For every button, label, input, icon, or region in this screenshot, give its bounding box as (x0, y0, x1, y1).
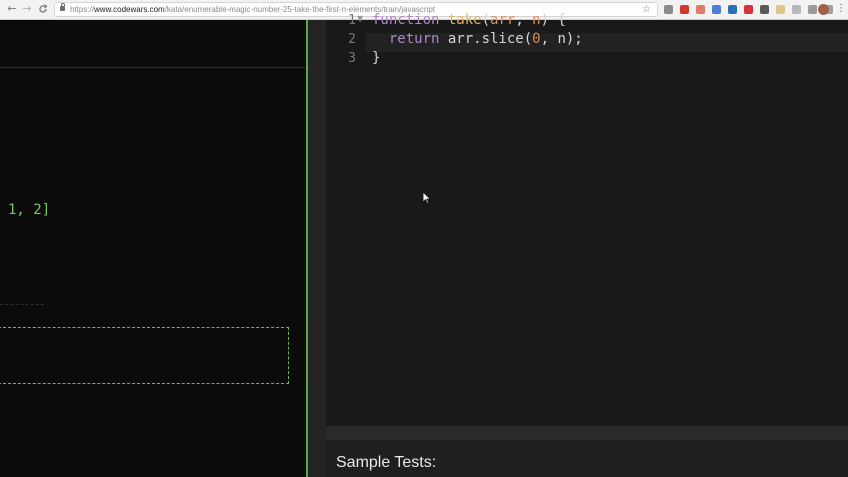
ext-page-icon[interactable] (808, 5, 817, 14)
line-number-gutter: 1 2 3 (326, 11, 356, 68)
browser-menu-icon[interactable]: ⋮ (836, 2, 846, 16)
reload-icon[interactable] (36, 2, 50, 16)
code-token: } (372, 50, 381, 66)
sample-tests-panel: Sample Tests: (326, 440, 848, 477)
ext-red-icon[interactable] (680, 5, 689, 14)
ext-pencil-icon[interactable] (760, 5, 769, 14)
code-token: return (372, 31, 448, 47)
code-token: 0 (532, 31, 541, 47)
code-token: , (515, 12, 533, 28)
code-token: arr (490, 12, 516, 28)
code-token: ( (481, 12, 491, 28)
code-editor[interactable]: 1 2 3 ▼ function take(arr, n) { return arr… (326, 12, 848, 426)
code-token: function (372, 12, 448, 28)
code-line[interactable]: function take(arr, n) { (372, 11, 583, 30)
editor-margin (308, 20, 326, 477)
lock-icon (60, 3, 65, 11)
editor-resize-bar[interactable] (326, 426, 848, 440)
output-box (0, 327, 289, 384)
code-token: ) { (540, 12, 566, 28)
example-output: 1, 2] (8, 202, 51, 218)
forward-arrow-icon[interactable]: → (20, 2, 34, 16)
instructions-panel: 1, 2] (0, 20, 306, 477)
code-token: take (447, 12, 482, 28)
code-token: , n); (540, 31, 583, 47)
ext-pdf-icon[interactable] (696, 5, 705, 14)
code-line[interactable]: } (372, 49, 583, 68)
mouse-pointer-icon (422, 191, 432, 206)
back-arrow-icon[interactable]: ← (5, 2, 19, 16)
sample-tests-title: Sample Tests: (336, 454, 437, 471)
dashed-divider (0, 304, 44, 305)
ext-code-icon[interactable] (664, 5, 673, 14)
line-number: 3 (348, 51, 356, 66)
fold-arrow-icon[interactable]: ▼ (357, 14, 363, 23)
code-line[interactable]: return arr.slice(0, n); (372, 30, 583, 49)
panel-divider (0, 67, 306, 68)
bookmark-star-icon[interactable]: ☆ (642, 3, 651, 16)
ext-square-icon[interactable] (792, 5, 801, 14)
line-number: 1 (348, 13, 356, 28)
ext-note-icon[interactable] (776, 5, 785, 14)
ext-blue-icon[interactable] (728, 5, 737, 14)
ext-opera-icon[interactable] (744, 5, 753, 14)
code-content[interactable]: function take(arr, n) { return arr.slice… (372, 11, 583, 68)
code-token: arr.slice( (447, 31, 533, 47)
profile-avatar[interactable] (818, 4, 829, 15)
line-number: 2 (348, 32, 356, 47)
ext-translate-icon[interactable] (712, 5, 721, 14)
code-token: n (532, 12, 541, 28)
